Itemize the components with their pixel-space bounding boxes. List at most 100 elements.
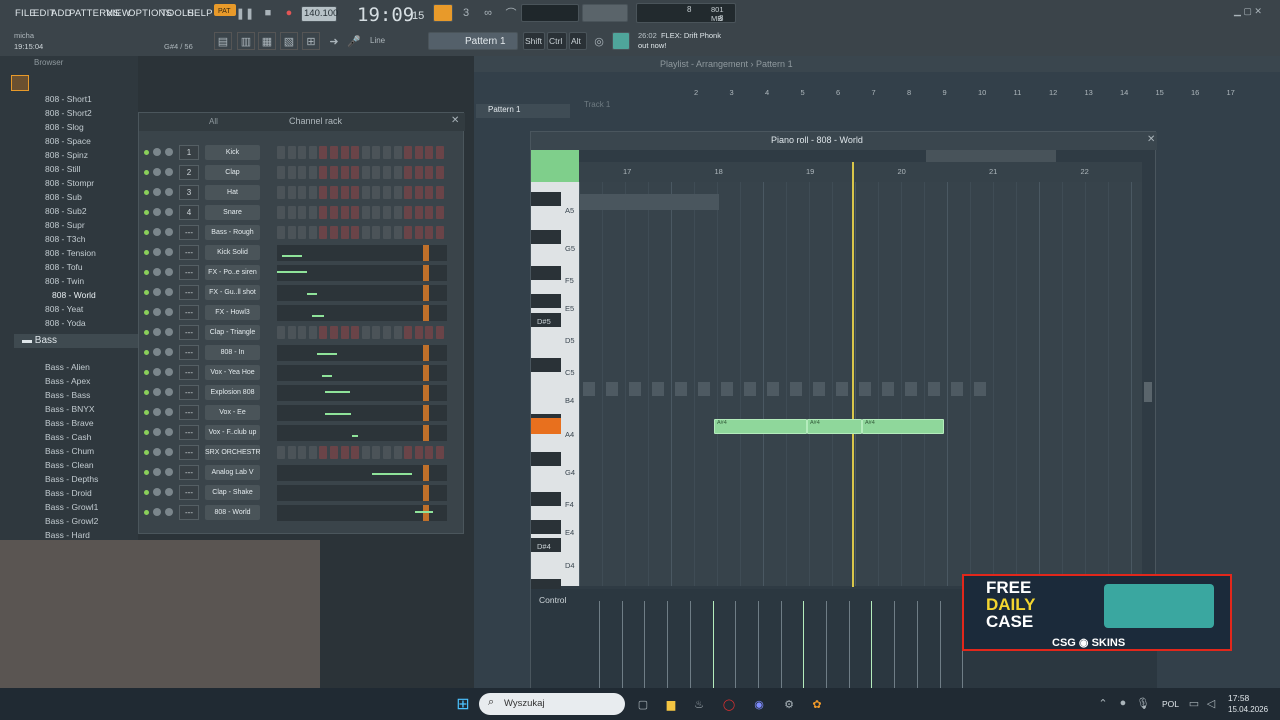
channel-name-button[interactable]: Vox - F..club up — [205, 425, 260, 440]
step-button[interactable] — [330, 206, 338, 219]
pan-knob[interactable] — [153, 368, 161, 376]
plugin-icon[interactable]: ⊞ — [302, 32, 320, 50]
mixer-track-number[interactable]: --- — [179, 405, 199, 420]
step-button[interactable] — [319, 166, 328, 179]
pan-knob[interactable] — [153, 388, 161, 396]
step-button[interactable] — [414, 166, 423, 179]
channel-mute-led[interactable] — [144, 250, 149, 255]
play-icon[interactable]: ❚❚ — [236, 6, 254, 20]
channel-row[interactable]: --- Vox - F..club up — [139, 423, 465, 443]
mixer-track-number[interactable]: --- — [179, 505, 199, 520]
step-button[interactable] — [340, 186, 349, 199]
step-button[interactable] — [425, 186, 434, 199]
browser-item[interactable]: 808 - Short1 — [45, 94, 92, 104]
channel-name-button[interactable]: Clap - Shake — [205, 485, 260, 500]
channel-name-button[interactable]: Vox - Yea Hoe — [205, 365, 260, 380]
volume-knob[interactable] — [165, 368, 173, 376]
metronome-button[interactable] — [433, 4, 453, 22]
velocity-bar[interactable] — [780, 601, 782, 689]
pan-knob[interactable] — [153, 268, 161, 276]
step-button[interactable] — [404, 446, 413, 459]
mixer-track-number[interactable]: 2 — [179, 165, 199, 180]
mixer-track-number[interactable]: 4 — [179, 205, 199, 220]
volume-knob[interactable] — [165, 348, 173, 356]
step-button[interactable] — [298, 146, 307, 159]
channel-mute-led[interactable] — [144, 330, 149, 335]
mixer-track-number[interactable]: --- — [179, 305, 199, 320]
pan-knob[interactable] — [153, 448, 161, 456]
step-button[interactable] — [414, 206, 423, 219]
bass-folder[interactable]: ▬ Bass — [22, 335, 57, 346]
channel-rack-icon[interactable]: ▦ — [258, 32, 276, 50]
step-sequencer[interactable] — [277, 206, 447, 220]
black-key[interactable] — [531, 294, 561, 308]
volume-knob[interactable] — [165, 288, 173, 296]
volume-knob[interactable] — [165, 168, 173, 176]
volume-knob[interactable] — [165, 208, 173, 216]
step-sequencer[interactable] — [277, 226, 447, 240]
step-button[interactable] — [330, 146, 338, 159]
pan-knob[interactable] — [153, 428, 161, 436]
step-button[interactable] — [436, 326, 444, 339]
pattern-selector[interactable]: Pattern 1 — [428, 32, 518, 50]
step-button[interactable] — [308, 146, 317, 159]
step-button[interactable] — [361, 206, 370, 219]
browser-item[interactable]: Bass - Apex — [45, 376, 90, 386]
pan-knob[interactable] — [153, 328, 161, 336]
step-button[interactable] — [393, 326, 402, 339]
step-button[interactable] — [319, 226, 328, 239]
browser-item[interactable]: Bass - Growl1 — [45, 502, 98, 512]
step-button[interactable] — [351, 146, 360, 159]
step-button[interactable] — [351, 326, 360, 339]
file-explorer-icon[interactable]: ▆ — [662, 695, 680, 713]
browser-item[interactable]: 808 - Sub — [45, 192, 82, 202]
browser-item[interactable]: Bass - Alien — [45, 362, 90, 372]
mixer-track-number[interactable]: --- — [179, 425, 199, 440]
pan-knob[interactable] — [153, 188, 161, 196]
stop-icon[interactable]: ■ — [261, 6, 275, 20]
step-button[interactable] — [383, 206, 391, 219]
velocity-bar[interactable] — [826, 601, 827, 689]
pan-knob[interactable] — [153, 308, 161, 316]
channel-name-button[interactable]: 808 - In — [205, 345, 260, 360]
browser-item[interactable]: 808 - Short2 — [45, 108, 92, 118]
browser-item[interactable]: 808 - Yeat — [45, 304, 83, 314]
channel-name-button[interactable]: SRX ORCHESTRA — [205, 445, 260, 460]
mixer-track-number[interactable]: --- — [179, 265, 199, 280]
pan-knob[interactable] — [153, 288, 161, 296]
browser-item[interactable]: 808 - World — [52, 290, 96, 300]
piano-keyboard[interactable]: A5 G5 F5 E5 D#5 D5 C5 B4 A4 G4 F4 E4 D#4 D4 — [531, 182, 579, 593]
step-button[interactable] — [425, 226, 434, 239]
step-button[interactable] — [383, 446, 391, 459]
piano-roll-note[interactable]: A#4 — [862, 419, 944, 434]
step-sequencer[interactable] — [277, 166, 447, 180]
piano-roll-close-icon[interactable]: ✕ — [1147, 134, 1155, 145]
step-button[interactable] — [404, 206, 413, 219]
step-button[interactable] — [383, 326, 391, 339]
velocity-bar[interactable] — [871, 601, 873, 689]
step-button[interactable] — [277, 186, 285, 199]
step-button[interactable] — [425, 446, 434, 459]
network-icon[interactable]: ▭ — [1187, 696, 1201, 710]
step-button[interactable] — [361, 146, 370, 159]
step-button[interactable] — [436, 186, 444, 199]
task-view-icon[interactable]: ▢ — [634, 695, 652, 713]
step-button[interactable] — [298, 166, 307, 179]
step-sequencer[interactable] — [277, 446, 447, 460]
clock-date[interactable]: 15.04.2026 — [1228, 705, 1268, 714]
browser-item[interactable]: 808 - Spinz — [45, 150, 88, 160]
volume-knob[interactable] — [165, 508, 173, 516]
browser-item[interactable]: 808 - Stompr — [45, 178, 94, 188]
fl-studio-icon[interactable]: ✿ — [808, 695, 826, 713]
step-sequencer[interactable] — [277, 326, 447, 340]
step-button[interactable] — [277, 146, 285, 159]
browser-item[interactable]: Bass - Brave — [45, 418, 94, 428]
channel-row[interactable]: --- Explosion 808 — [139, 383, 465, 403]
step-button[interactable] — [383, 226, 391, 239]
channel-row[interactable]: --- Analog Lab V — [139, 463, 465, 483]
tray-app-icon[interactable]: ● — [1116, 696, 1130, 710]
ctrl-button[interactable]: Ctrl — [547, 32, 567, 50]
clock-time[interactable]: 17:58 — [1228, 693, 1249, 703]
pattern-list-item[interactable]: Pattern 1 — [476, 104, 570, 118]
step-button[interactable] — [393, 226, 402, 239]
